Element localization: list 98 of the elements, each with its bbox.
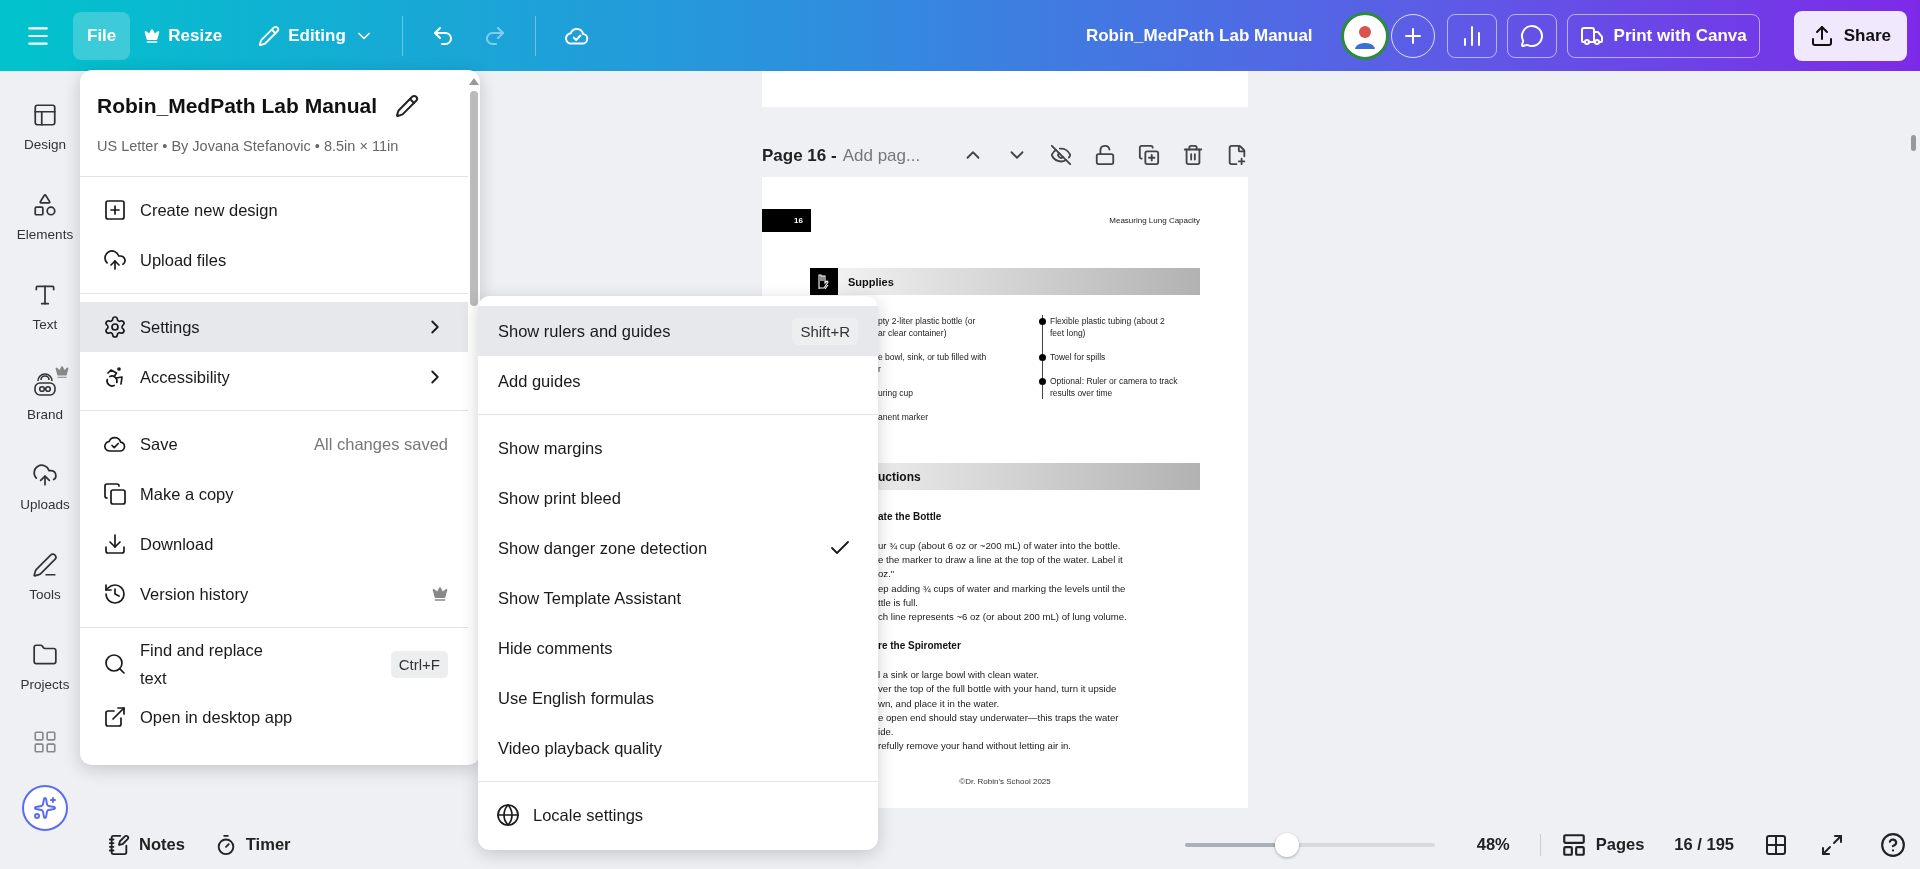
menu-item[interactable]: Video playback quality — [478, 723, 878, 773]
page-number: 16 — [762, 209, 811, 232]
menu-item[interactable]: Add guides — [478, 356, 878, 406]
unlock-icon[interactable] — [1094, 144, 1116, 166]
sidebar-item[interactable]: Design — [3, 91, 87, 181]
instruction-line: wn, and place it in the water. — [878, 696, 1001, 711]
shortcut-key: Shift+R — [792, 317, 858, 345]
copy-icon — [103, 482, 127, 506]
menu-item[interactable]: Locale settings — [478, 790, 878, 840]
search-icon — [103, 652, 127, 676]
supply-item: Towel for spills — [1050, 351, 1107, 363]
supply-item: Flexible plastic tubing (about 2 feet long) — [1050, 315, 1166, 339]
pages-icon — [1560, 831, 1587, 858]
print-button[interactable]: Print with Canva — [1566, 13, 1760, 58]
expand-icon — [1820, 832, 1844, 857]
instruction-line: refully remove your hand without letting air in. — [878, 739, 1073, 754]
settings-icon — [103, 315, 127, 339]
scrollbar — [1911, 135, 1916, 151]
magic-button[interactable] — [22, 785, 68, 831]
page-title: Page 16 - — [762, 146, 837, 166]
section-heading: uctions — [878, 469, 921, 484]
page-title-field[interactable]: Add pag... — [842, 146, 921, 166]
step-title: ate the Bottle — [878, 510, 943, 524]
notes-button[interactable]: Notes — [108, 833, 185, 856]
supply-item: pty 2-liter plastic bottle (or ar clear container) — [878, 315, 977, 339]
globe-icon — [496, 803, 520, 827]
running-head: Measuring Lung Capacity — [1109, 216, 1200, 225]
copyright-footer: ©Dr. Robin's School 2025 — [762, 777, 1248, 787]
crown-icon — [432, 586, 448, 602]
instruction-line: ver the top of the full bottle with your hand, turn it upside — [878, 682, 1118, 697]
bullet-icon — [1039, 318, 1046, 325]
external-link-icon — [103, 705, 127, 729]
timer-button[interactable]: Timer — [214, 833, 291, 856]
folder-icon — [32, 642, 58, 668]
plus-square-icon — [103, 198, 127, 222]
design-icon — [32, 102, 58, 128]
history-icon — [103, 582, 127, 606]
menu-item[interactable]: Show rulers and guides Shift+R — [478, 306, 878, 356]
fullscreen-button[interactable] — [1820, 832, 1844, 857]
duplicate-icon[interactable] — [1138, 144, 1160, 166]
grid-view-button[interactable] — [1764, 832, 1788, 857]
brand-icon — [32, 372, 58, 398]
design-title: Robin_MedPath Lab Manual — [1085, 25, 1313, 46]
bullet-icon — [1039, 354, 1046, 361]
supply-item: e bowl, sink, or tub filled with r — [878, 351, 988, 375]
page-count: 16 / 195 — [1674, 835, 1734, 854]
bullet-icon — [1039, 378, 1046, 385]
speech-bubble-icon — [1519, 23, 1544, 48]
grid-icon — [1764, 832, 1788, 857]
menu-item[interactable]: Use English formulas — [478, 673, 878, 723]
crown-icon — [144, 27, 161, 44]
eye-off-icon[interactable] — [1050, 144, 1072, 166]
instruction-line: e open end should stay underwater—this traps the water — [878, 710, 1120, 725]
pages-button[interactable]: Pages — [1560, 831, 1645, 858]
instruction-line: e the marker to draw a line at the top of the water. Label it — [878, 553, 1124, 568]
step-title: re the Spirometer — [878, 639, 962, 654]
instruction-line: ide. — [878, 725, 895, 740]
menu-item[interactable]: Show margins — [478, 423, 878, 473]
analytics-button[interactable] — [1446, 13, 1497, 58]
upload-icon — [1809, 23, 1834, 48]
pencil-icon — [258, 24, 281, 47]
shortcut-key: Ctrl+F — [390, 650, 448, 678]
help-icon — [1880, 831, 1906, 858]
menu-item[interactable]: Show print bleed — [478, 473, 878, 523]
shapes-icon — [32, 192, 58, 218]
comment-button[interactable] — [1506, 13, 1557, 58]
supply-item: anent marker — [878, 411, 930, 423]
section-heading: Supplies — [848, 275, 894, 288]
design-title: Robin_MedPath Lab Manual — [97, 94, 377, 118]
pencil-icon[interactable] — [395, 94, 419, 118]
menu-item[interactable]: Show Template Assistant — [478, 573, 878, 623]
instruction-line: ttle is full. — [878, 595, 919, 610]
text-icon — [32, 282, 58, 308]
notes-icon — [108, 833, 130, 856]
add-page-icon[interactable] — [1226, 144, 1248, 166]
trash-icon[interactable] — [1182, 144, 1204, 166]
pen-icon — [32, 552, 58, 578]
instruction-line: ur ¾ cup (about 6 oz or ~200 mL) of water into the bottle. — [878, 539, 1122, 553]
instruction-line: l a sink or large bowl with clean water. — [878, 668, 1041, 683]
grid-icon — [32, 729, 58, 755]
apps-button[interactable] — [32, 729, 58, 755]
cloud-upload-icon — [32, 462, 58, 488]
menu-item[interactable]: Settings — [80, 302, 468, 352]
zoom-level: 48% — [1476, 835, 1510, 854]
instruction-line: oz." — [878, 567, 896, 582]
instruction-line: ch line represents ~6 oz (or about 200 mL) of lung volume. — [878, 610, 1128, 624]
menu-item[interactable]: Hide comments — [478, 623, 878, 673]
help-button[interactable] — [1880, 831, 1906, 858]
design-details: US Letter • By Jovana Stefanovic • 8.5in × 11in — [97, 138, 400, 154]
cloud-upload-icon — [103, 248, 127, 272]
menu-item[interactable]: Show danger zone detection — [478, 523, 878, 573]
supply-item: uring cup — [878, 387, 914, 399]
sparkles-icon — [33, 796, 57, 820]
supply-item: Optional: Ruler or camera to track results over time — [1050, 375, 1179, 399]
save-status: All changes saved — [314, 434, 448, 454]
share-button[interactable]: Share — [1793, 10, 1907, 61]
instruction-line: ep adding ¾ cups of water and marking the levels until the — [878, 581, 1127, 596]
download-icon — [103, 532, 127, 556]
